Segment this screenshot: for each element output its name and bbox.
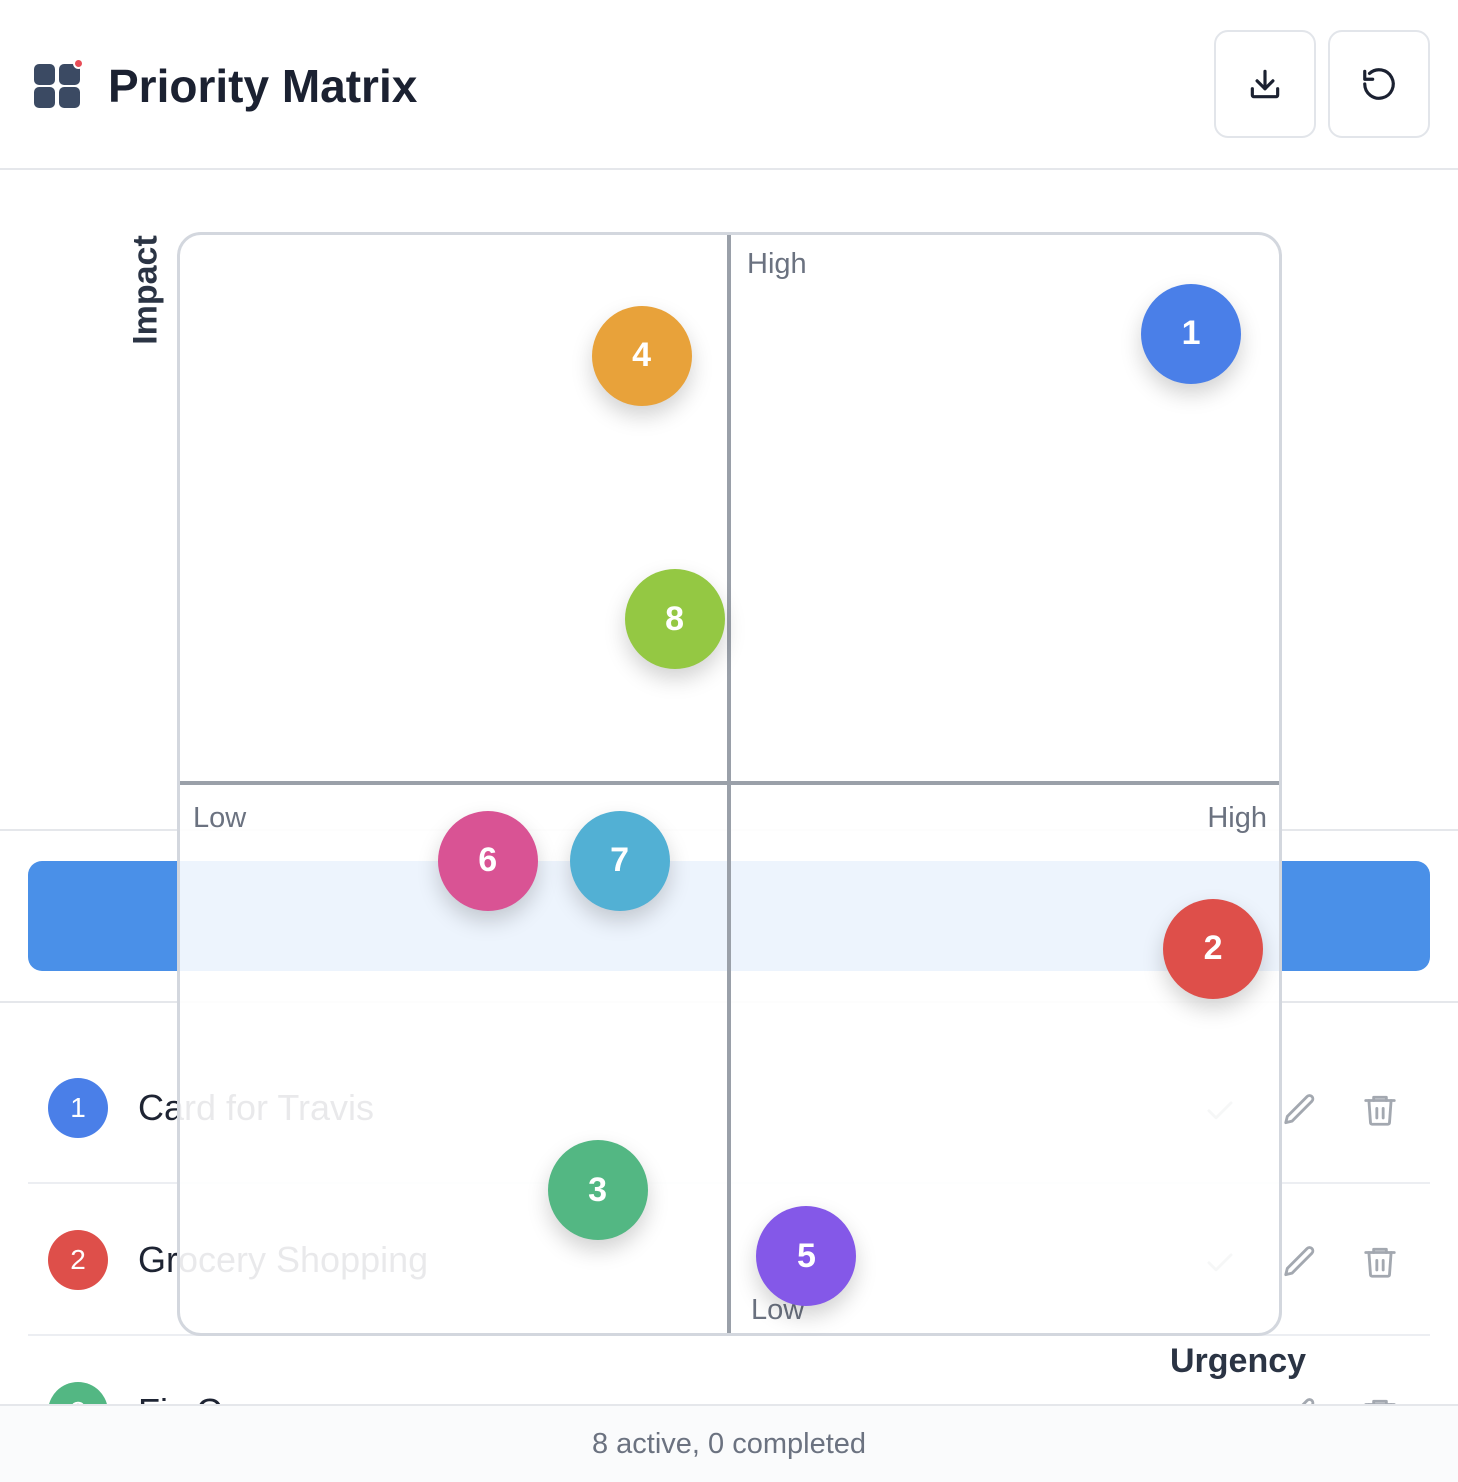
task-number-badge: 3 bbox=[48, 1382, 108, 1404]
download-icon bbox=[1250, 69, 1280, 99]
download-button[interactable] bbox=[1214, 30, 1316, 138]
reset-button[interactable] bbox=[1328, 30, 1430, 138]
task-bubble-6[interactable]: 6 bbox=[437, 810, 538, 911]
task-bubble-7[interactable]: 7 bbox=[569, 810, 670, 911]
app-header: Priority Matrix bbox=[0, 0, 1458, 170]
task-number-badge: 1 bbox=[48, 1078, 108, 1138]
task-bubble-2[interactable]: 2 bbox=[1163, 898, 1264, 999]
undo-icon bbox=[1363, 68, 1395, 100]
trash-icon[interactable] bbox=[1358, 1240, 1402, 1284]
trash-icon[interactable] bbox=[1358, 1392, 1402, 1404]
task-bubble-4[interactable]: 4 bbox=[591, 305, 692, 406]
horizontal-divider bbox=[180, 781, 1279, 785]
check-icon[interactable] bbox=[1198, 1392, 1242, 1404]
task-bubble-5[interactable]: 5 bbox=[756, 1206, 857, 1307]
task-name: Fix C bbox=[138, 1390, 222, 1404]
y-axis-label: Impact bbox=[126, 235, 165, 345]
trash-icon[interactable] bbox=[1358, 1088, 1402, 1132]
x-high-label: High bbox=[1207, 802, 1267, 834]
pencil-icon[interactable] bbox=[1278, 1088, 1322, 1132]
x-low-label: Low bbox=[193, 802, 247, 834]
app-title: Priority Matrix bbox=[108, 60, 418, 112]
task-number-badge: 2 bbox=[48, 1230, 108, 1290]
status-text: 8 active, 0 completed bbox=[591, 1427, 867, 1460]
x-axis-label: Urgency bbox=[1170, 1342, 1307, 1380]
task-bubble-8[interactable]: 8 bbox=[624, 569, 725, 670]
status-footer: 8 active, 0 completed bbox=[0, 1404, 1458, 1482]
y-high-label: High bbox=[747, 248, 807, 280]
priority-matrix[interactable]: High Low High Low 12345678 bbox=[177, 232, 1282, 1336]
task-bubble-3[interactable]: 3 bbox=[547, 1140, 648, 1241]
pencil-icon[interactable] bbox=[1278, 1240, 1322, 1284]
pencil-icon[interactable] bbox=[1278, 1392, 1322, 1404]
task-bubble-1[interactable]: 1 bbox=[1141, 283, 1242, 384]
grid-logo-icon bbox=[34, 58, 84, 108]
